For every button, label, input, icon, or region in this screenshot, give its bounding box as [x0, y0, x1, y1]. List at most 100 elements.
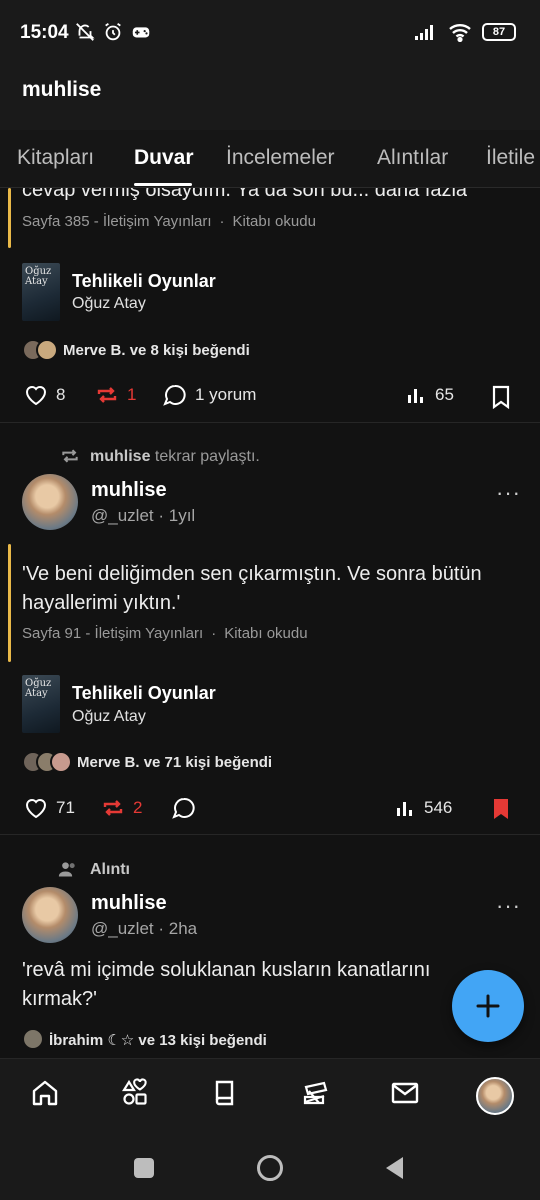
comment-icon [172, 797, 195, 819]
separator-dot: · [219, 213, 225, 230]
recent-apps-icon[interactable] [134, 1158, 154, 1178]
more-options-icon[interactable]: ··· [496, 480, 521, 506]
like-button[interactable]: 71 [24, 797, 75, 819]
home-system-icon[interactable] [257, 1155, 283, 1181]
quote-text: cevap vermiş olsaydım. Ya da son bu... d… [22, 188, 468, 201]
repost-button[interactable]: 2 [101, 797, 142, 819]
repost-icon [97, 387, 117, 403]
post-divider [0, 422, 540, 423]
cover-author-line2: Atay [25, 688, 48, 699]
quote-meta: Sayfa 91 - İletişim Yayınları · Kitabı o… [22, 625, 308, 642]
status-time: 15:04 [20, 22, 69, 43]
repost-notice: muhlise tekrar paylaştı. [90, 448, 260, 466]
view-count: 65 [435, 385, 454, 404]
quote-text[interactable]: 'revâ mi içimde soluklanan kusların kana… [22, 956, 462, 1014]
book-cover[interactable]: Oğuz Atay [22, 675, 60, 733]
avatar[interactable] [22, 474, 78, 530]
tab-books[interactable]: Kitapları [17, 146, 94, 170]
battery-icon: 87 [482, 23, 516, 41]
repost-icon [103, 800, 123, 816]
like-count: 8 [56, 385, 66, 404]
status-icons-right: 87 [414, 22, 516, 42]
likes-summary[interactable]: Merve B. ve 71 kişi beğendi [77, 754, 272, 771]
likes-summary[interactable]: İbrahim ☾☆ ve 13 kişi beğendi [49, 1031, 267, 1049]
page-title: muhlise [22, 78, 102, 101]
profile-avatar[interactable] [476, 1077, 514, 1115]
compose-button[interactable] [452, 970, 524, 1042]
separator-dot: · [158, 919, 169, 938]
tab-quotes[interactable]: Alıntılar [377, 146, 448, 170]
handle-text: @_uzlet [91, 506, 154, 525]
book-title[interactable]: Tehlikeli Oyunlar [72, 683, 216, 704]
comment-button[interactable]: 1 yorum [163, 384, 256, 406]
views-stat: 65 [405, 384, 454, 406]
page-reference[interactable]: Sayfa 91 - İletişim Yayınları [22, 625, 203, 642]
gamepad-icon [132, 27, 150, 38]
more-options-icon[interactable]: ··· [496, 893, 521, 919]
alarm-icon [105, 22, 121, 41]
bottom-nav [0, 1058, 540, 1138]
heart-icon [25, 386, 47, 406]
separator-dot: · [211, 625, 217, 642]
liker-avatars[interactable] [22, 1028, 44, 1050]
repost-button[interactable]: 1 [95, 384, 136, 406]
book-icon[interactable] [210, 1078, 240, 1108]
mail-icon[interactable] [390, 1078, 420, 1108]
repost-username[interactable]: muhlise [90, 448, 150, 465]
home-icon[interactable] [30, 1078, 60, 1108]
like-count: 71 [56, 798, 75, 817]
post-divider [0, 834, 540, 835]
user-handle: @_uzlet · 2ha [91, 919, 197, 939]
handle-text: @_uzlet [91, 919, 154, 938]
book-author[interactable]: Oğuz Atay [72, 295, 146, 313]
reading-status: Kitabı okudu [232, 213, 316, 230]
separator-dot: · [158, 506, 169, 525]
bar-chart-icon [408, 389, 423, 403]
user-name[interactable]: muhlise [91, 892, 167, 915]
tab-messages[interactable]: İletile [486, 146, 535, 170]
feed[interactable]: cevap vermiş olsaydım. Ya da son bu... d… [0, 188, 540, 1058]
liker-avatars[interactable] [22, 751, 72, 773]
avatar [36, 339, 58, 361]
user-handle: @_uzlet · 1yıl [91, 506, 195, 526]
repost-count: 1 [127, 385, 137, 404]
like-button[interactable]: 8 [24, 384, 65, 406]
book-cover[interactable]: Oğuz Atay [22, 263, 60, 321]
back-icon[interactable] [383, 1155, 407, 1181]
quote-text[interactable]: 'Ve beni deliğimden sen çıkarmıştın. Ve … [22, 560, 502, 618]
plus-icon [476, 994, 500, 1018]
avatar[interactable] [22, 887, 78, 943]
quote-accent-bar [8, 188, 11, 248]
book-author[interactable]: Oğuz Atay [72, 708, 146, 726]
quote-accent-bar [8, 544, 11, 662]
cover-author-line2: Atay [25, 276, 48, 287]
book-stack-icon[interactable] [300, 1078, 330, 1108]
tab-reviews[interactable]: İncelemeler [226, 146, 335, 170]
repost-label: tekrar paylaştı. [154, 448, 260, 465]
categories-icon[interactable] [120, 1078, 150, 1108]
quote-meta: Sayfa 385 - İletişim Yayınları · Kitabı … [22, 213, 316, 230]
reading-status: Kitabı okudu [224, 625, 308, 642]
book-title[interactable]: Tehlikeli Oyunlar [72, 271, 216, 292]
heart-icon [25, 799, 47, 819]
user-name[interactable]: muhlise [91, 479, 167, 502]
status-icons-left [74, 21, 152, 43]
repost-small-icon [62, 449, 78, 463]
repost-count: 2 [133, 798, 143, 817]
page-reference[interactable]: Sayfa 385 - İletişim Yayınları [22, 213, 212, 230]
comment-icon [163, 384, 186, 406]
comment-count: 1 yorum [195, 385, 257, 404]
signal-icon [415, 25, 433, 40]
tab-active-indicator [134, 183, 192, 186]
view-count: 546 [424, 798, 453, 817]
post-time: 1yıl [168, 506, 196, 525]
bookmark-icon[interactable] [490, 385, 512, 409]
avatar [50, 751, 72, 773]
likes-summary[interactable]: Merve B. ve 8 kişi beğendi [63, 342, 250, 359]
bookmark-filled-icon[interactable] [490, 797, 512, 821]
tab-wall[interactable]: Duvar [134, 146, 194, 170]
comment-button[interactable] [172, 797, 196, 819]
users-icon [58, 862, 75, 877]
liker-avatars[interactable] [22, 339, 58, 361]
avatar [22, 1028, 44, 1050]
